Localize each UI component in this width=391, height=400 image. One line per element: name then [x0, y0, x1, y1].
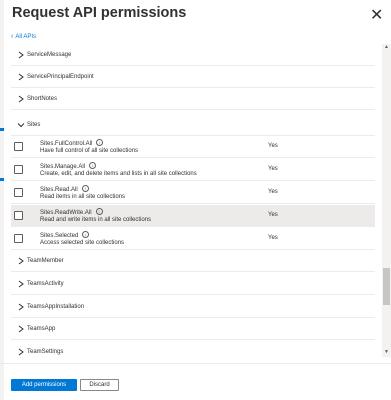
group-row-teamsettings[interactable]: TeamSettings	[11, 341, 375, 357]
group-label: TeamsActivity	[27, 281, 64, 287]
chevron-down-icon	[17, 123, 25, 128]
info-icon[interactable]: i	[95, 208, 103, 215]
group-label: TeamSettings	[27, 349, 64, 355]
chevron-right-icon	[18, 95, 24, 103]
group-row-teamsactivity[interactable]: TeamsActivity	[11, 273, 375, 295]
permission-name-wrap: Sites.FullControl.All i	[40, 139, 104, 147]
chevron-right-icon	[18, 348, 24, 356]
permission-description: Access selected site collections	[40, 240, 125, 246]
permission-row: Sites.FullControl.All i Have full control…	[11, 136, 375, 158]
permission-name: Sites.ReadWrite.All	[40, 210, 92, 216]
group-label: TeamsAppInstallation	[27, 304, 85, 310]
group-label: Sites	[27, 122, 41, 128]
chevron-right-icon	[18, 73, 24, 81]
group-row-servicemessage[interactable]: ServiceMessage	[11, 44, 375, 66]
permission-description: Read items in all site collections	[40, 194, 126, 200]
admin-consent-value: Yes	[268, 189, 278, 195]
permission-name: Sites.Selected	[40, 233, 79, 239]
permission-row-highlighted: Sites.ReadWrite.All i Read and write item…	[11, 205, 375, 227]
info-icon[interactable]: i	[81, 185, 89, 192]
add-permissions-button[interactable]: Add permissions	[11, 379, 77, 391]
group-row-serviceprincipalendpoint[interactable]: ServicePrincipalEndpoint	[11, 66, 375, 88]
vertical-scrollbar[interactable]	[382, 44, 391, 357]
permission-description: Create, edit, and delete items and lists…	[40, 171, 197, 177]
admin-consent-value: Yes	[268, 143, 278, 149]
chevron-left-icon: ‹	[11, 33, 14, 40]
permission-name: Sites.Read.All	[40, 187, 78, 193]
group-label: TeamMember	[27, 258, 64, 264]
group-label: ShortNotes	[27, 96, 58, 102]
permission-description: Have full control of all site collection…	[40, 148, 139, 154]
permission-name-wrap: Sites.ReadWrite.All i	[40, 208, 103, 216]
admin-consent-value: Yes	[268, 166, 278, 172]
permission-name: Sites.FullControl.All	[40, 141, 93, 147]
chevron-right-icon	[18, 257, 24, 265]
permission-checkbox[interactable]	[14, 211, 23, 220]
permissions-list: ServiceMessage ServicePrincipalEndpoint …	[0, 44, 382, 357]
group-row-teamsapp[interactable]: TeamsApp	[11, 318, 375, 340]
permission-name-wrap: Sites.Selected i	[40, 231, 90, 239]
info-icon[interactable]: i	[82, 231, 90, 238]
panel-title: Request API permissions	[12, 5, 187, 21]
group-row-teamsappinstallation[interactable]: TeamsAppInstallation	[11, 296, 375, 318]
scroll-up-arrow-icon[interactable]: ▲	[382, 44, 391, 52]
permission-checkbox[interactable]	[14, 234, 23, 243]
permission-row: Sites.Manage.All i Create, edit, and dele…	[11, 159, 375, 181]
group-row-teammember[interactable]: TeamMember	[11, 250, 375, 272]
info-icon[interactable]: i	[89, 162, 97, 169]
discard-button[interactable]: Discard	[80, 379, 119, 391]
chevron-right-icon	[18, 51, 24, 59]
permission-description: Read and write items in all site collect…	[40, 217, 152, 223]
permission-checkbox[interactable]	[14, 188, 23, 197]
chevron-right-icon	[18, 280, 24, 288]
group-row-sites[interactable]: Sites	[11, 114, 375, 136]
scrollbar-thumb[interactable]	[383, 268, 390, 305]
footer-divider	[0, 363, 391, 364]
permission-name: Sites.Manage.All	[40, 164, 86, 170]
permission-name-wrap: Sites.Manage.All i	[40, 162, 97, 170]
chevron-right-icon	[18, 325, 24, 333]
permission-checkbox[interactable]	[14, 142, 23, 151]
group-label: TeamsApp	[27, 326, 56, 332]
group-label: ServiceMessage	[27, 52, 72, 58]
permission-name-wrap: Sites.Read.All i	[40, 185, 89, 193]
admin-consent-value: Yes	[268, 235, 278, 241]
admin-consent-value: Yes	[268, 212, 278, 218]
permission-checkbox[interactable]	[14, 165, 23, 174]
permission-row: Sites.Selected i Access selected site col…	[11, 228, 375, 250]
permission-row: Sites.Read.All i Read items in all site c…	[11, 182, 375, 204]
group-row-shortnotes[interactable]: ShortNotes	[11, 88, 375, 110]
close-icon[interactable]: ✕	[370, 5, 383, 25]
back-link-label: All APIs	[15, 34, 37, 40]
scroll-down-arrow-icon[interactable]: ▼	[382, 349, 391, 357]
chevron-right-icon	[18, 303, 24, 311]
back-link[interactable]: ‹ All APIs	[11, 33, 36, 40]
info-icon[interactable]: i	[96, 139, 104, 146]
group-label: ServicePrincipalEndpoint	[27, 74, 94, 80]
